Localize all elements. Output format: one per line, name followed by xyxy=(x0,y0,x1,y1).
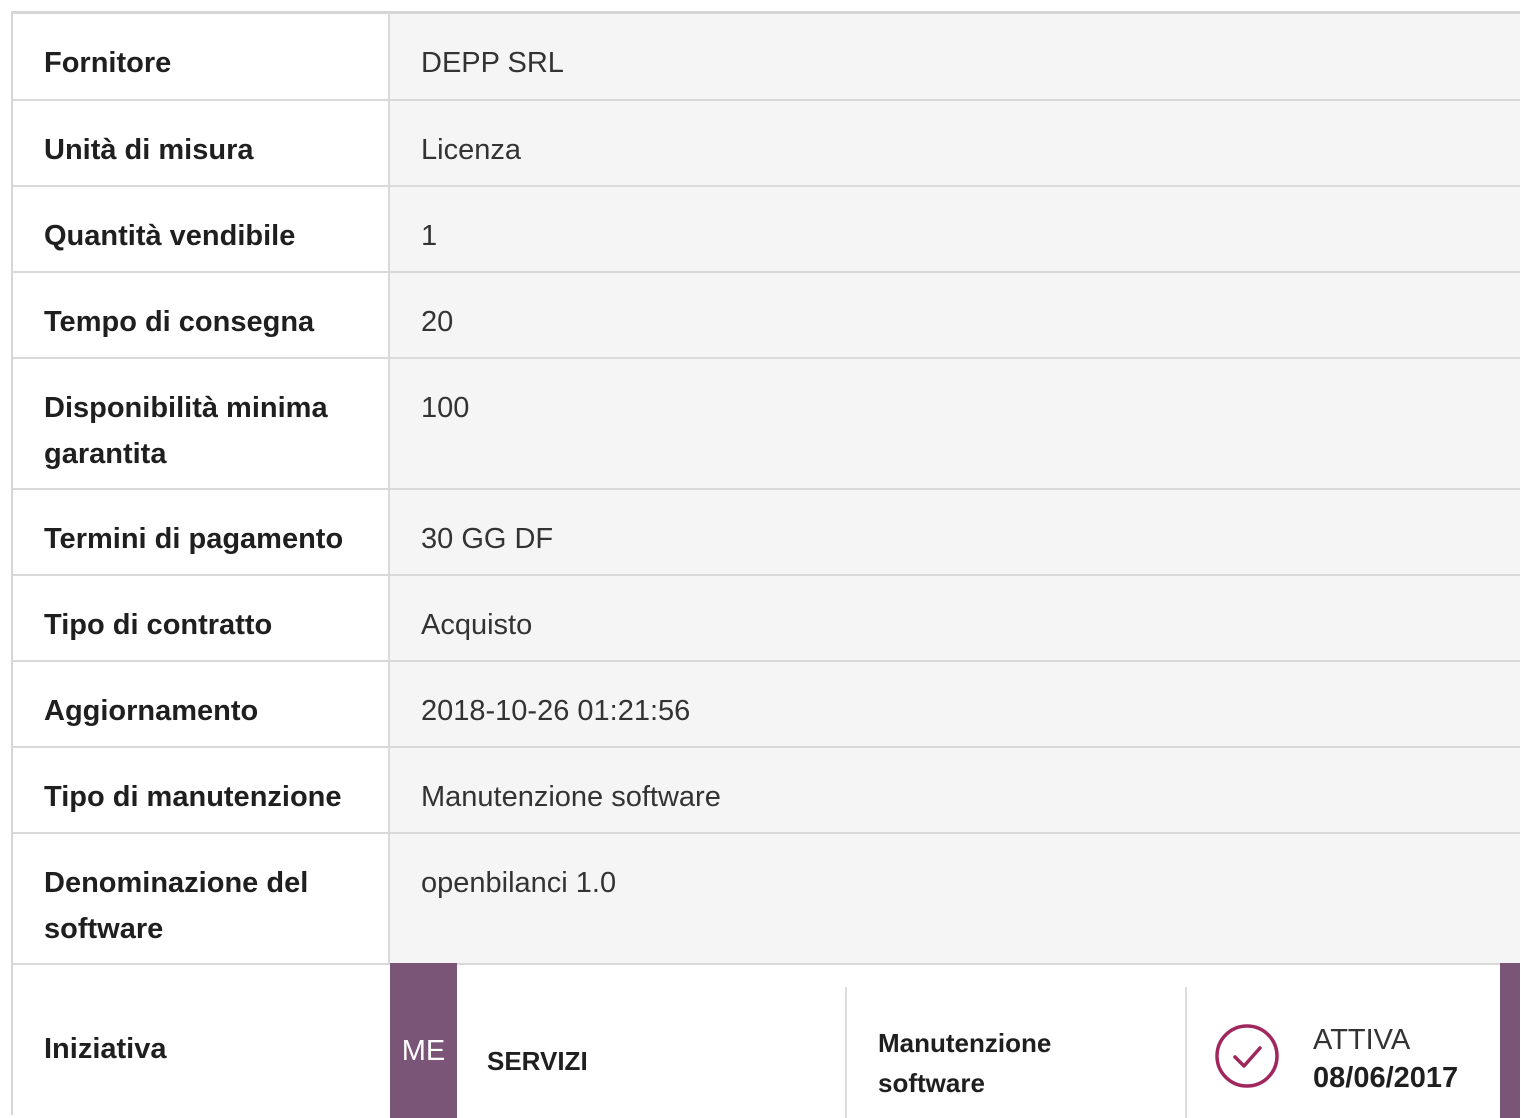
row-value: 30 GG DF xyxy=(389,489,1520,576)
row-label: Aggiornamento xyxy=(13,661,390,748)
table-row: Termini di pagamento 30 GG DF xyxy=(13,489,1520,576)
table-row: Quantità vendibile 1 xyxy=(13,186,1520,273)
status-text: ATTIVA xyxy=(1313,1024,1411,1056)
row-value: 2018-10-26 01:21:56 xyxy=(389,661,1520,748)
row-label: Disponibilità minima garantita xyxy=(13,358,390,490)
row-label: Termini di pagamento xyxy=(13,489,390,576)
table-row: Tempo di consegna 20 xyxy=(13,272,1520,359)
row-label: Tipo di manutenzione xyxy=(13,747,390,834)
table-row: Disponibilità minima garantita 100 xyxy=(13,358,1520,490)
table-row: Denominazione del software openbilanci 1… xyxy=(13,833,1520,965)
iniziativa-category[interactable]: SERVIZI xyxy=(487,1046,588,1077)
details-table: Fornitore DEPP SRL Unità di misura Licen… xyxy=(13,14,1520,965)
row-value: Licenza xyxy=(389,100,1520,187)
row-label: Denominazione del software xyxy=(13,833,390,965)
me-badge: ME xyxy=(390,963,457,1118)
divider xyxy=(845,987,847,1118)
row-value: 1 xyxy=(389,186,1520,273)
product-details-panel: Fornitore DEPP SRL Unità di misura Licen… xyxy=(11,11,1520,1118)
row-value: Acquisto xyxy=(389,575,1520,662)
row-value: 20 xyxy=(389,272,1520,359)
divider xyxy=(1185,987,1187,1118)
status-date: 08/06/2017 xyxy=(1313,1062,1459,1094)
row-value: DEPP SRL xyxy=(389,14,1520,101)
table-row: Tipo di manutenzione Manutenzione softwa… xyxy=(13,747,1520,834)
iniziativa-status: ATTIVA 08/06/2017 xyxy=(1313,1021,1458,1097)
row-value: openbilanci 1.0 xyxy=(389,833,1520,965)
table-row: Unità di misura Licenza xyxy=(13,100,1520,187)
row-label: Unità di misura xyxy=(13,100,390,187)
table-row: Aggiornamento 2018-10-26 01:21:56 xyxy=(13,661,1520,748)
row-value: Manutenzione software xyxy=(389,747,1520,834)
check-circle-icon xyxy=(1215,1024,1279,1088)
row-value: 100 xyxy=(389,358,1520,490)
iniziativa-label: Iniziativa xyxy=(44,1033,167,1065)
accent-bar xyxy=(1500,963,1520,1118)
table-row: Tipo di contratto Acquisto xyxy=(13,575,1520,662)
row-label: Tipo di contratto xyxy=(13,575,390,662)
row-label: Fornitore xyxy=(13,14,390,101)
iniziativa-subcategory[interactable]: Manutenzione software xyxy=(878,1023,1118,1103)
table-row: Fornitore DEPP SRL xyxy=(13,14,1520,101)
iniziativa-row: Iniziativa ME SERVIZI Manutenzione softw… xyxy=(13,963,1520,1118)
row-label: Quantità vendibile xyxy=(13,186,390,273)
row-label: Tempo di consegna xyxy=(13,272,390,359)
